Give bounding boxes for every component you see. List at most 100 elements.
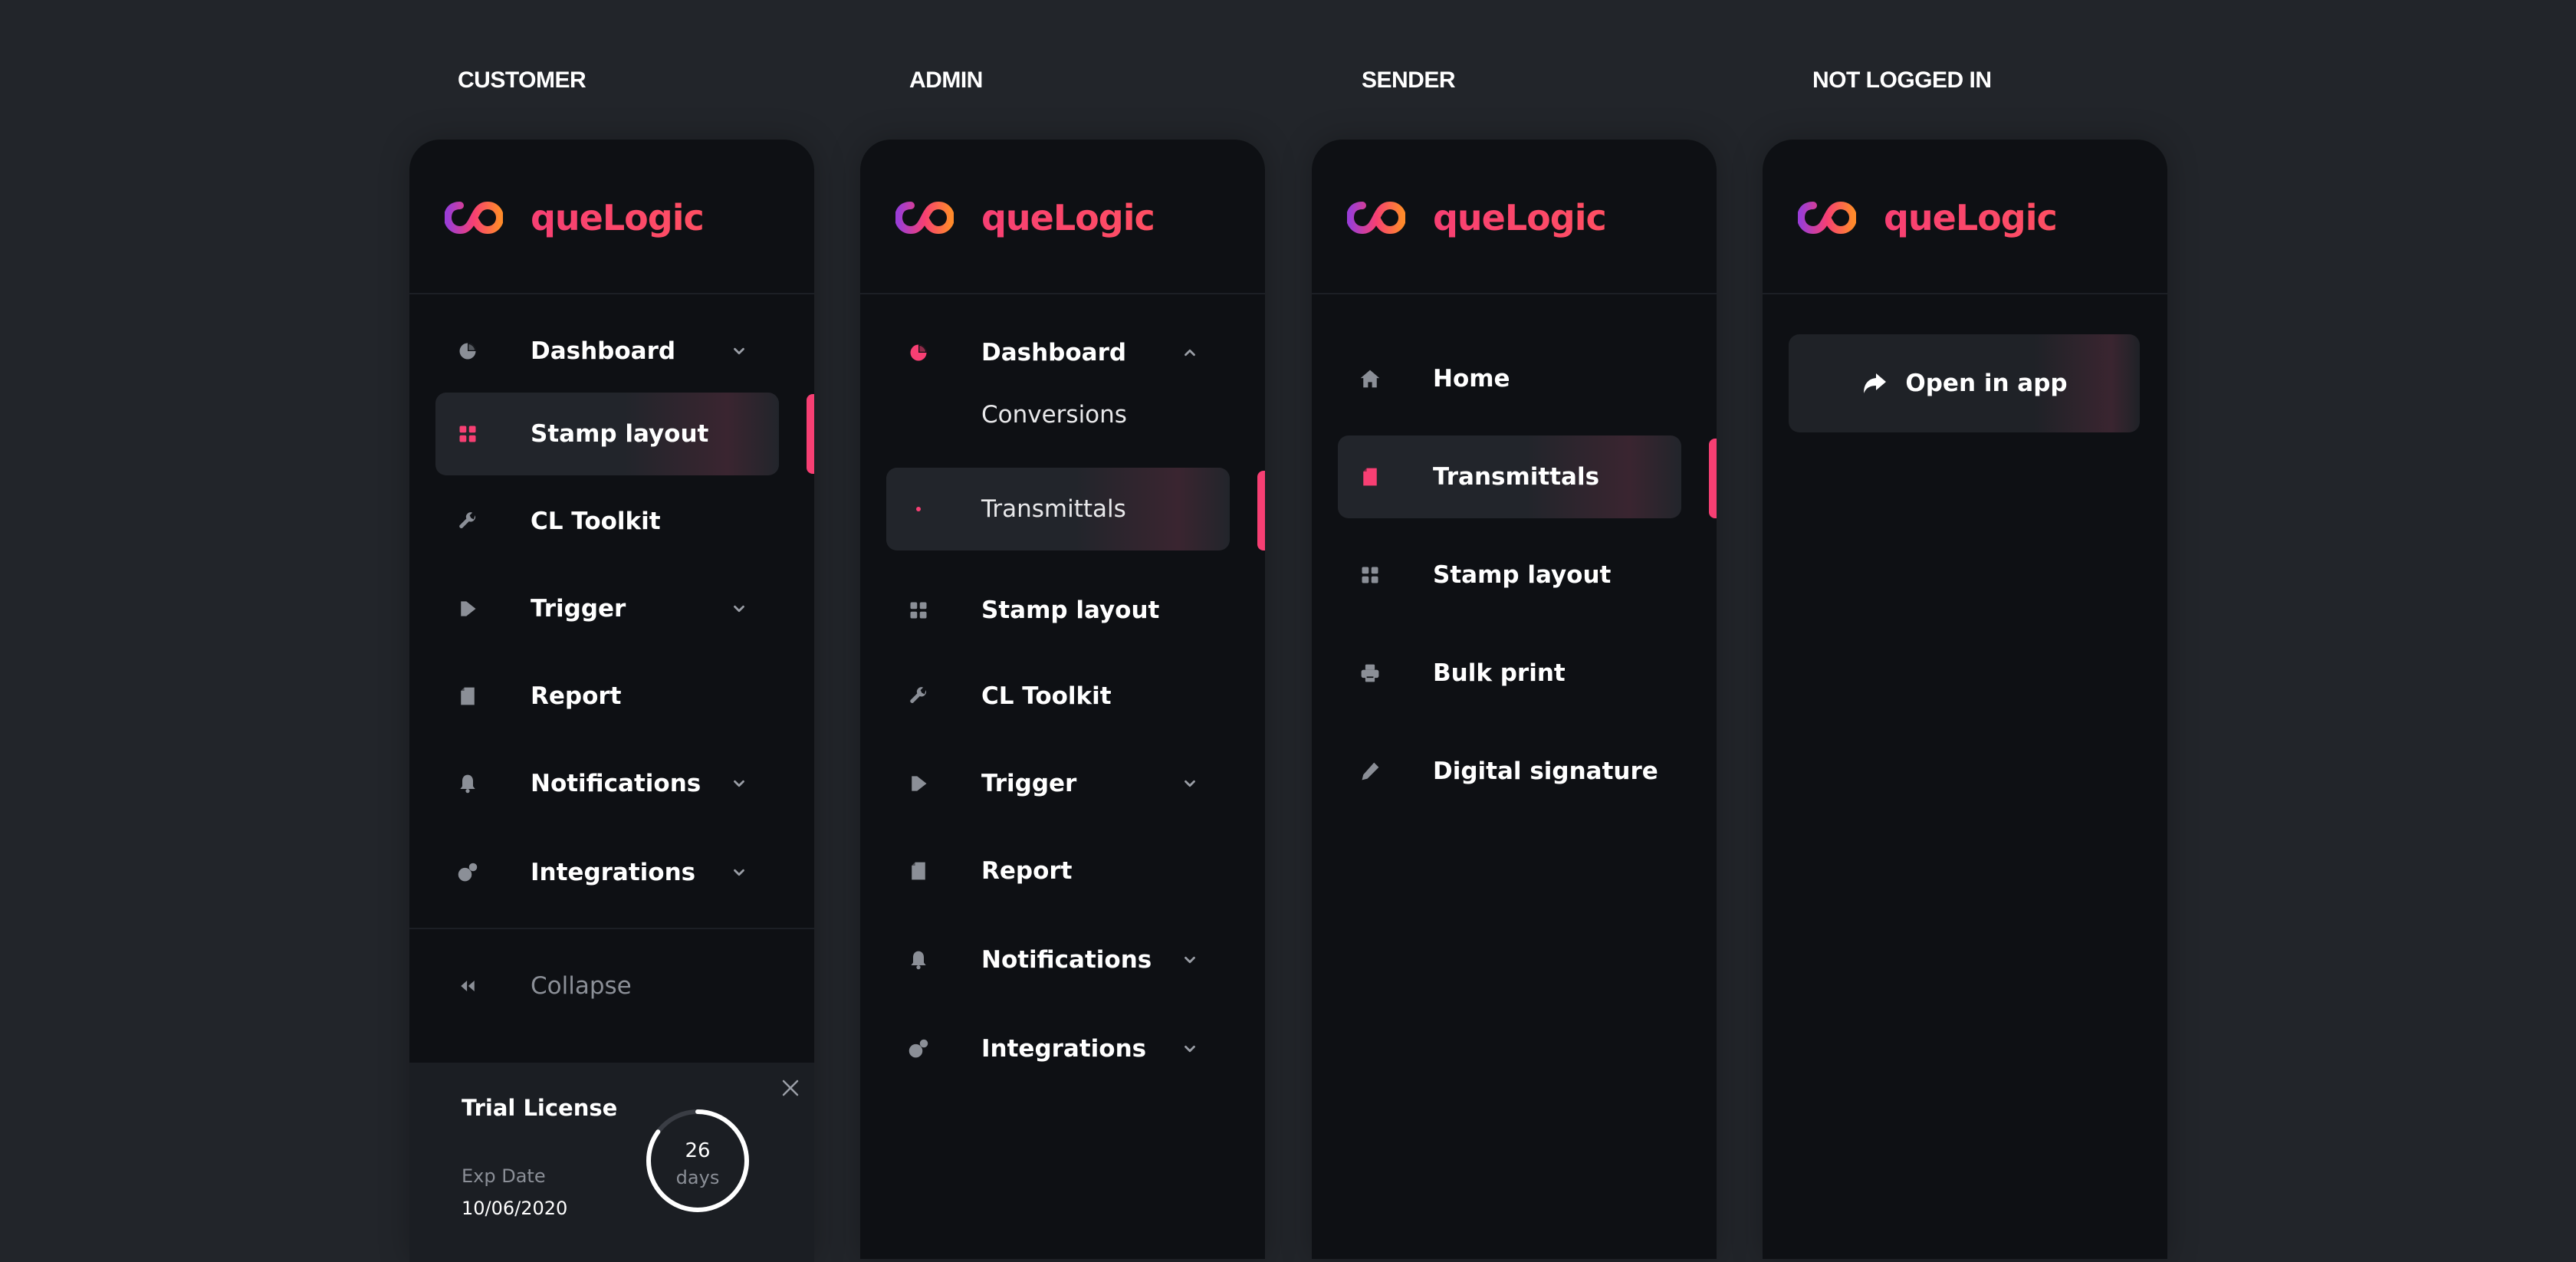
sidebar-item-dashboard[interactable]: Dashboard — [435, 310, 779, 393]
days-remaining-unit: days — [675, 1167, 720, 1188]
sidebar-item-label: CL Toolkit — [531, 508, 661, 535]
sidebar-customer: queLogic Dashboard Stamp layout CL Toolk… — [409, 140, 814, 1262]
sidebar-item-label: Digital signature — [1433, 758, 1658, 785]
chevron-down-icon — [1181, 951, 1199, 969]
open-in-app-button[interactable]: Open in app — [1789, 334, 2140, 432]
sidebar-item-label: Report — [531, 682, 622, 710]
sidebar-item-home[interactable]: Home — [1338, 337, 1681, 420]
sidebar-sender: queLogic Home Transmittals Stamp layout … — [1312, 140, 1717, 1259]
exp-date-value: 10/06/2020 — [462, 1198, 568, 1219]
logo-icon — [1347, 201, 1405, 235]
chevron-down-icon — [730, 600, 748, 618]
sidebar-item-stamp-layout[interactable]: Stamp layout — [886, 569, 1230, 652]
document-icon — [455, 684, 480, 708]
integrations-icon — [455, 860, 480, 885]
sidebar-item-label: Trigger — [531, 595, 626, 623]
grid-icon — [1358, 563, 1382, 587]
open-in-app-label: Open in app — [1905, 370, 2068, 397]
sidebar-subitem-transmittals[interactable]: Transmittals — [886, 468, 1230, 550]
divider — [409, 293, 814, 294]
chevron-down-icon — [730, 774, 748, 793]
integrations-icon — [906, 1037, 931, 1061]
divider — [1763, 293, 2167, 294]
play-icon — [906, 771, 931, 796]
close-icon[interactable] — [780, 1078, 800, 1098]
trial-license-card: Trial License Exp Date 10/06/2020 26 day… — [409, 1063, 814, 1262]
collapse-button[interactable]: Collapse — [435, 945, 779, 1027]
sidebar-item-label: Notifications — [981, 946, 1152, 974]
sidebar-item-stamp-layout[interactable]: Stamp layout — [1338, 534, 1681, 616]
brand-name: queLogic — [1433, 197, 1607, 238]
brand-logo[interactable]: queLogic — [1347, 195, 1607, 241]
bell-icon — [906, 948, 931, 972]
sidebar-item-integrations[interactable]: Integrations — [886, 1007, 1230, 1090]
sidebar-item-label: Stamp layout — [1433, 561, 1612, 589]
pie-chart-icon — [906, 340, 931, 365]
sidebar-item-report[interactable]: Report — [886, 830, 1230, 912]
grid-icon — [455, 422, 480, 446]
active-indicator — [1257, 471, 1265, 550]
sidebar-item-label: Transmittals — [1433, 463, 1600, 491]
exp-date-label: Exp Date — [462, 1165, 546, 1187]
sidebar-item-digital-signature[interactable]: Digital signature — [1338, 730, 1681, 813]
chevron-down-icon — [730, 863, 748, 882]
home-icon — [1358, 366, 1382, 391]
sidebar-item-trigger[interactable]: Trigger — [435, 567, 779, 650]
sidebar-item-label: Dashboard — [981, 339, 1127, 366]
sidebar-item-label: Stamp layout — [531, 420, 709, 448]
column-title-customer: CUSTOMER — [458, 67, 586, 93]
sidebar-item-trigger[interactable]: Trigger — [886, 742, 1230, 825]
logo-icon — [895, 201, 954, 235]
brand-logo[interactable]: queLogic — [895, 195, 1155, 241]
sidebar-item-cl-toolkit[interactable]: CL Toolkit — [435, 480, 779, 563]
printer-icon — [1358, 661, 1382, 685]
sidebar-item-label: Transmittals — [981, 495, 1126, 523]
sidebar-item-label: Stamp layout — [981, 596, 1160, 624]
share-arrow-icon — [1861, 370, 1888, 397]
chevron-down-icon — [1181, 774, 1199, 793]
brand-logo[interactable]: queLogic — [445, 195, 705, 241]
sidebar-item-label: Integrations — [981, 1035, 1147, 1063]
sidebar-item-notifications[interactable]: Notifications — [435, 742, 779, 825]
play-icon — [455, 596, 480, 621]
brand-name: queLogic — [1884, 197, 2058, 238]
document-icon — [906, 859, 931, 883]
sidebar-subitem-conversions[interactable]: Conversions — [886, 380, 1230, 449]
brand-name: queLogic — [981, 197, 1155, 238]
column-title-sender: SENDER — [1362, 67, 1456, 93]
sidebar-item-stamp-layout[interactable]: Stamp layout — [435, 393, 779, 475]
pencil-icon — [1358, 759, 1382, 784]
column-title-admin: ADMIN — [909, 67, 983, 93]
sidebar-item-cl-toolkit[interactable]: CL Toolkit — [886, 655, 1230, 738]
pie-chart-icon — [455, 339, 480, 363]
bullet-dot-icon — [906, 497, 931, 521]
brand-logo[interactable]: queLogic — [1798, 195, 2058, 241]
sidebar-item-integrations[interactable]: Integrations — [435, 831, 779, 914]
sidebar-item-transmittals[interactable]: Transmittals — [1338, 435, 1681, 518]
brand-name: queLogic — [531, 197, 705, 238]
divider — [860, 293, 1265, 294]
sidebar-item-report[interactable]: Report — [435, 655, 779, 738]
column-title-not-logged-in: NOT LOGGED IN — [1812, 67, 1992, 93]
logo-icon — [1798, 201, 1856, 235]
sidebar-item-label: Notifications — [531, 770, 702, 797]
sidebar-item-label: Integrations — [531, 859, 696, 886]
sidebar-item-notifications[interactable]: Notifications — [886, 919, 1230, 1001]
trial-title: Trial License — [462, 1095, 618, 1121]
grid-icon — [906, 598, 931, 623]
wrench-icon — [455, 509, 480, 534]
divider — [409, 928, 814, 929]
logo-icon — [445, 201, 503, 235]
sidebar-item-bulk-print[interactable]: Bulk print — [1338, 632, 1681, 715]
sidebar-not-logged-in: queLogic Open in app — [1763, 140, 2167, 1259]
chevron-down-icon — [1181, 1040, 1199, 1058]
sidebar-item-label: Dashboard — [531, 337, 676, 365]
wrench-icon — [906, 684, 931, 708]
collapse-icon — [455, 974, 480, 998]
sidebar-item-label: Home — [1433, 365, 1510, 393]
sidebar-admin: queLogic Dashboard Conversions Transmitt… — [860, 140, 1265, 1259]
active-indicator — [807, 394, 814, 474]
collapse-label: Collapse — [531, 972, 632, 1000]
chevron-down-icon — [730, 342, 748, 360]
sidebar-item-label: Conversions — [981, 401, 1127, 429]
